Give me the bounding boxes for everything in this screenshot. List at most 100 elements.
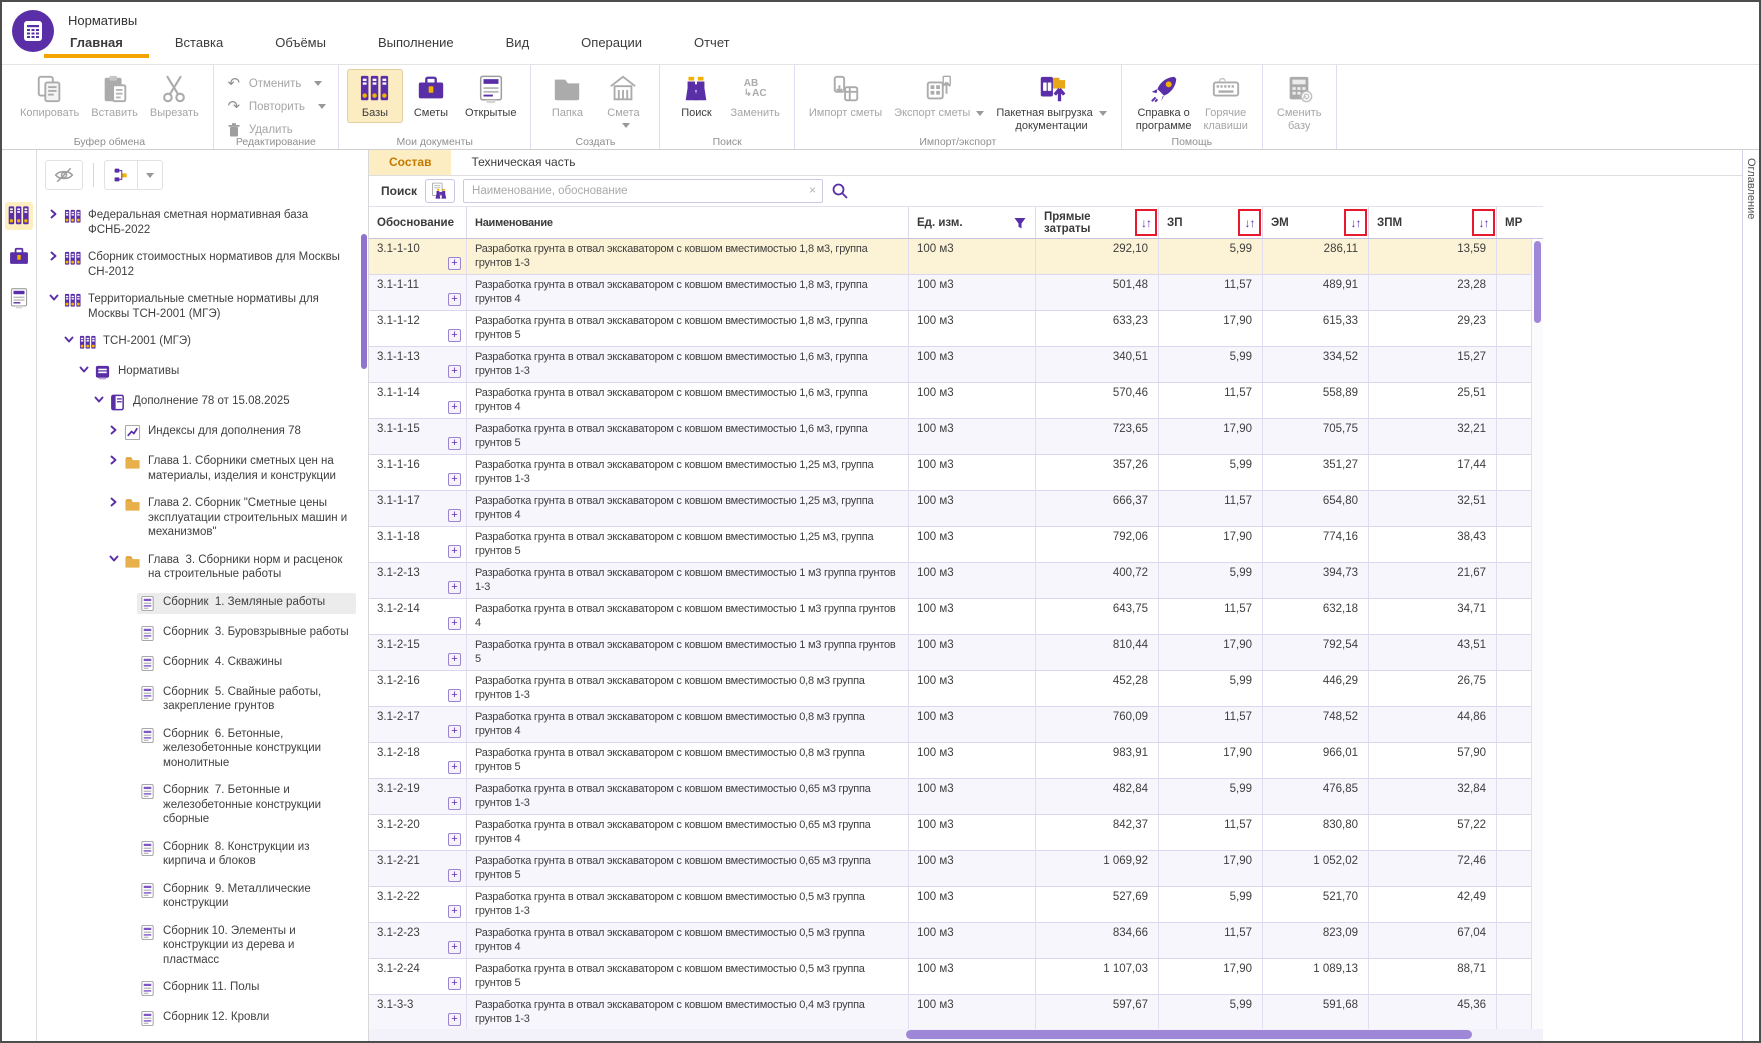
tree-view-button[interactable] — [105, 161, 137, 189]
toc-side-tab[interactable]: Оглавление — [1742, 150, 1759, 1041]
tree-item[interactable]: Сборник 12. Кровли — [37, 1008, 356, 1029]
tree-item[interactable]: Сборник 4. Скважины — [37, 653, 356, 674]
table-row[interactable]: 3.1-2-23+Разработка грунта в отвал экска… — [369, 923, 1531, 959]
expand-plus-icon[interactable]: + — [448, 365, 461, 378]
chevron-right-icon[interactable] — [45, 206, 62, 219]
chevron-down-icon[interactable] — [75, 362, 92, 374]
expand-plus-icon[interactable]: + — [448, 653, 461, 666]
search-options-button[interactable] — [425, 179, 455, 203]
table-row[interactable]: 3.1-2-14+Разработка грунта в отвал экска… — [369, 599, 1531, 635]
ribbon-button-Открытые[interactable]: Открытые — [459, 69, 523, 123]
expand-plus-icon[interactable]: + — [448, 761, 461, 774]
column-header-unit[interactable]: Ед. изм. — [909, 207, 1036, 238]
table-row[interactable]: 3.1-2-24+Разработка грунта в отвал экска… — [369, 959, 1531, 995]
expand-plus-icon[interactable]: + — [448, 293, 461, 306]
tree-item[interactable]: Сборник 9. Металлические конструкции — [37, 880, 356, 913]
app-logo-icon[interactable] — [12, 10, 54, 52]
chevron-right-icon[interactable] — [105, 452, 122, 465]
expand-plus-icon[interactable]: + — [448, 941, 461, 954]
tree-item[interactable]: Сборник 10. Элементы и конструкции из де… — [37, 922, 356, 970]
ribbon-button-Пакетная выгрузка[interactable]: Пакетная выгрузкадокументации — [990, 69, 1112, 135]
table-row[interactable]: 3.1-1-14+Разработка грунта в отвал экска… — [369, 383, 1531, 419]
ribbon-button-Импорт сметы[interactable]: Импорт сметы — [803, 69, 888, 123]
ribbon-button-Копировать[interactable]: Копировать — [14, 69, 85, 123]
table-row[interactable]: 3.1-2-20+Разработка грунта в отвал экска… — [369, 815, 1531, 851]
ribbon-button-Поиск[interactable]: Поиск — [668, 69, 724, 123]
tree-item[interactable]: Глава 2. Сборник "Сметные цены эксплуата… — [37, 494, 356, 542]
table-row[interactable]: 3.1-1-10+Разработка грунта в отвал экска… — [369, 239, 1531, 275]
search-input[interactable] — [463, 179, 823, 203]
rail-bases[interactable] — [5, 202, 33, 230]
table-row[interactable]: 3.1-2-17+Разработка грунта в отвал экска… — [369, 707, 1531, 743]
ribbon-button-Вырезать[interactable]: Вырезать — [144, 69, 205, 123]
tree-scrollbar[interactable] — [360, 150, 368, 1041]
tree-item[interactable]: Сборник 6. Бетонные, железобетонные конс… — [37, 725, 356, 773]
table-row[interactable]: 3.1-1-17+Разработка грунта в отвал экска… — [369, 491, 1531, 527]
sort-icon[interactable]: ↓↑ — [1135, 209, 1157, 236]
sort-icon[interactable]: ↓↑ — [1238, 209, 1261, 236]
tree-item[interactable]: Сборник 11. Полы — [37, 978, 356, 999]
column-header-mr[interactable]: МР — [1497, 207, 1543, 238]
table-row[interactable]: 3.1-2-13+Разработка грунта в отвал экска… — [369, 563, 1531, 599]
ribbon-button-Отменить[interactable]: ↶Отменить — [222, 73, 330, 94]
table-row[interactable]: 3.1-3-3+Разработка грунта в отвал экскав… — [369, 995, 1531, 1029]
expand-plus-icon[interactable]: + — [448, 977, 461, 990]
tree-item[interactable]: Нормативы — [37, 362, 356, 383]
table-row[interactable]: 3.1-1-13+Разработка грунта в отвал экска… — [369, 347, 1531, 383]
ribbon-button-Повторить[interactable]: ↷Повторить — [222, 96, 330, 117]
table-row[interactable]: 3.1-1-11+Разработка грунта в отвал экска… — [369, 275, 1531, 311]
chevron-down-icon[interactable] — [105, 551, 122, 563]
expand-plus-icon[interactable]: + — [448, 905, 461, 918]
table-vscroll-thumb[interactable] — [1534, 241, 1541, 323]
expand-plus-icon[interactable]: + — [448, 545, 461, 558]
expand-plus-icon[interactable]: + — [448, 437, 461, 450]
expand-plus-icon[interactable]: + — [448, 617, 461, 630]
ribbon-tab-Вид[interactable]: Вид — [480, 31, 556, 58]
tree-item[interactable]: Сборник 3. Буровзрывные работы — [37, 623, 356, 644]
ribbon-button-Сменить[interactable]: Сменитьбазу — [1271, 69, 1328, 135]
tree-item[interactable]: Сборник 8. Конструкции из кирпича и блок… — [37, 838, 356, 871]
tree-item[interactable]: Индексы для дополнения 78 — [37, 422, 356, 443]
expand-plus-icon[interactable]: + — [448, 689, 461, 702]
table-row[interactable]: 3.1-2-15+Разработка грунта в отвал экска… — [369, 635, 1531, 671]
tree-view-dropdown[interactable] — [138, 161, 162, 189]
expand-plus-icon[interactable]: + — [448, 581, 461, 594]
expand-plus-icon[interactable]: + — [448, 725, 461, 738]
expand-plus-icon[interactable]: + — [448, 257, 461, 270]
table-hscroll-thumb[interactable] — [906, 1030, 1472, 1039]
table-horizontal-scrollbar[interactable] — [369, 1029, 1543, 1041]
tree-item[interactable]: Федеральная сметная нормативная база ФСН… — [37, 206, 356, 239]
ribbon-button-Экспорт сметы[interactable]: Экспорт сметы — [888, 69, 990, 123]
ribbon-tab-Объёмы[interactable]: Объёмы — [249, 31, 352, 58]
tree-item[interactable]: Дополнение 78 от 15.08.2025 — [37, 392, 356, 413]
ribbon-button-Базы[interactable]: Базы — [347, 69, 403, 123]
ribbon-button-Справка о[interactable]: Справка опрограмме — [1130, 69, 1198, 135]
tree-view-split-button[interactable] — [104, 160, 163, 190]
ribbon-tab-Главная[interactable]: Главная — [44, 31, 149, 58]
tree-item[interactable]: Сборник 7. Бетонные и железобетонные кон… — [37, 781, 356, 829]
tab-Техническая часть[interactable]: Техническая часть — [451, 150, 595, 175]
expand-plus-icon[interactable]: + — [448, 869, 461, 882]
expand-plus-icon[interactable]: + — [448, 329, 461, 342]
chevron-right-icon[interactable] — [45, 248, 62, 261]
ribbon-button-Заменить[interactable]: AB↳ACЗаменить — [724, 69, 785, 123]
chevron-down-icon[interactable] — [45, 290, 62, 302]
expand-plus-icon[interactable]: + — [448, 473, 461, 486]
tree-item[interactable]: ТСН-2001 (МГЭ) — [37, 332, 356, 353]
table-row[interactable]: 3.1-1-16+Разработка грунта в отвал экска… — [369, 455, 1531, 491]
column-header-name[interactable]: Наименование — [467, 207, 909, 238]
filter-icon[interactable] — [1013, 216, 1027, 230]
chevron-right-icon[interactable] — [105, 422, 122, 435]
table-row[interactable]: 3.1-2-22+Разработка грунта в отвал экска… — [369, 887, 1531, 923]
chevron-down-icon[interactable] — [90, 392, 107, 404]
tree-item[interactable]: Сборник стоимостных нормативов для Москв… — [37, 248, 356, 281]
table-row[interactable]: 3.1-2-18+Разработка грунта в отвал экска… — [369, 743, 1531, 779]
tree-item[interactable]: Глава 3. Сборники норм и расценок на стр… — [37, 551, 356, 584]
clear-icon[interactable]: × — [809, 183, 816, 197]
tree-item[interactable]: Территориальные сметные нормативы для Мо… — [37, 290, 356, 323]
tab-Состав[interactable]: Состав — [369, 150, 451, 175]
sort-icon[interactable]: ↓↑ — [1344, 209, 1367, 236]
tree-scrollbar-thumb[interactable] — [361, 234, 367, 369]
ribbon-button-Сметы[interactable]: Сметы — [403, 69, 459, 123]
table-vertical-scrollbar[interactable] — [1531, 239, 1543, 1029]
